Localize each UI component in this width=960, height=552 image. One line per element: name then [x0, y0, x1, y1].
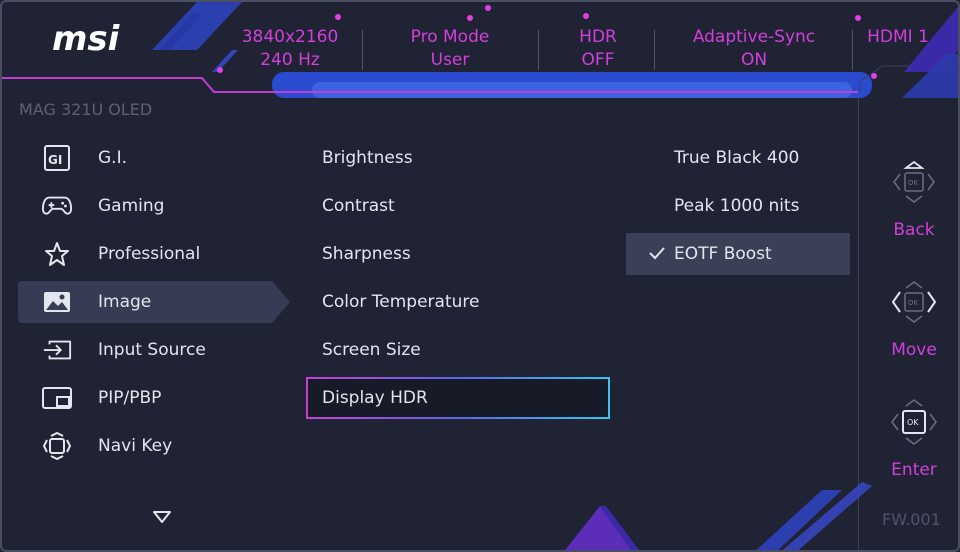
- gamepad-icon: [42, 193, 72, 219]
- menu-item-gi[interactable]: GI G.I.: [18, 137, 272, 179]
- menu-item-gaming[interactable]: Gaming: [18, 185, 272, 227]
- submenu-item-screen-size[interactable]: Screen Size: [322, 340, 421, 360]
- scroll-down-icon[interactable]: [152, 510, 172, 524]
- option-true-black-400[interactable]: True Black 400: [674, 148, 799, 168]
- resolution-value: 3840x2160: [241, 27, 339, 47]
- menu-item-professional[interactable]: Professional: [18, 233, 272, 275]
- menu-item-label: PIP/PBP: [98, 388, 162, 408]
- check-icon: [649, 247, 665, 260]
- selected-menu-pointer: [272, 281, 290, 323]
- resolution-status: 3840x2160 240 Hz: [234, 26, 346, 72]
- svg-text:GI: GI: [48, 153, 62, 167]
- submenu-item-display-hdr[interactable]: Display HDR: [322, 388, 428, 408]
- refresh-rate-value: 240 Hz: [260, 50, 320, 70]
- svg-text:OK: OK: [907, 418, 919, 427]
- msi-logo: msi: [52, 19, 121, 58]
- submenu-item-sharpness[interactable]: Sharpness: [322, 244, 411, 264]
- hdr-value: OFF: [581, 50, 615, 70]
- hdr-status: HDR OFF: [558, 26, 638, 72]
- submenu-item-contrast[interactable]: Contrast: [322, 196, 395, 216]
- header-separator: [538, 30, 539, 70]
- adaptive-sync-title: Adaptive-Sync: [692, 27, 816, 47]
- svg-text:OK: OK: [908, 299, 919, 307]
- menu-item-label: Navi Key: [98, 436, 173, 456]
- navi-key-icon: [42, 432, 72, 460]
- back-label: Back: [893, 220, 935, 240]
- svg-text:OK: OK: [908, 179, 919, 187]
- menu-item-label: Image: [98, 292, 152, 312]
- header-separator: [654, 30, 655, 70]
- svg-text:msi: msi: [52, 19, 121, 58]
- pro-mode-value: User: [430, 50, 470, 70]
- menu-item-input-source[interactable]: Input Source: [18, 329, 272, 371]
- menu-item-image[interactable]: Image: [18, 281, 272, 323]
- menu-item-label: Professional: [98, 244, 201, 264]
- firmware-version: FW.001: [882, 510, 941, 529]
- enter-key-icon[interactable]: OK: [886, 394, 942, 450]
- pip-icon: [42, 385, 72, 411]
- input-status: HDMI 1: [862, 26, 934, 49]
- star-icon: [42, 241, 72, 267]
- menu-item-pip-pbp[interactable]: PIP/PBP: [18, 377, 272, 419]
- menu-item-navi-key[interactable]: Navi Key: [18, 425, 272, 467]
- option-eotf-boost[interactable]: EOTF Boost: [674, 244, 772, 264]
- back-key-icon[interactable]: OK: [886, 154, 942, 210]
- submenu-item-brightness[interactable]: Brightness: [322, 148, 413, 168]
- header-separator: [362, 30, 363, 70]
- gi-icon: GI: [42, 145, 72, 171]
- image-icon: [42, 289, 72, 315]
- hdr-title: HDR: [579, 27, 617, 47]
- pro-mode-status: Pro Mode User: [394, 26, 506, 72]
- menu-item-label: Input Source: [98, 340, 206, 360]
- menu-item-label: Gaming: [98, 196, 165, 216]
- move-label: Move: [891, 340, 937, 360]
- pro-mode-title: Pro Mode: [410, 27, 490, 47]
- bottom-decoration: [565, 482, 872, 550]
- input-source-icon: [42, 337, 72, 363]
- move-key-icon[interactable]: OK: [886, 274, 942, 330]
- option-peak-1000-nits[interactable]: Peak 1000 nits: [674, 196, 799, 216]
- osd-window: msi 3840x2160 240 Hz Pro Mode User HDR O…: [0, 0, 960, 552]
- input-value: HDMI 1: [867, 27, 929, 47]
- adaptive-sync-status: Adaptive-Sync ON: [682, 26, 826, 72]
- header-separator: [852, 30, 853, 70]
- model-name: MAG 321U OLED: [19, 100, 153, 119]
- submenu-item-color-temperature[interactable]: Color Temperature: [322, 292, 479, 312]
- menu-item-label: G.I.: [98, 148, 127, 168]
- adaptive-sync-value: ON: [740, 50, 768, 70]
